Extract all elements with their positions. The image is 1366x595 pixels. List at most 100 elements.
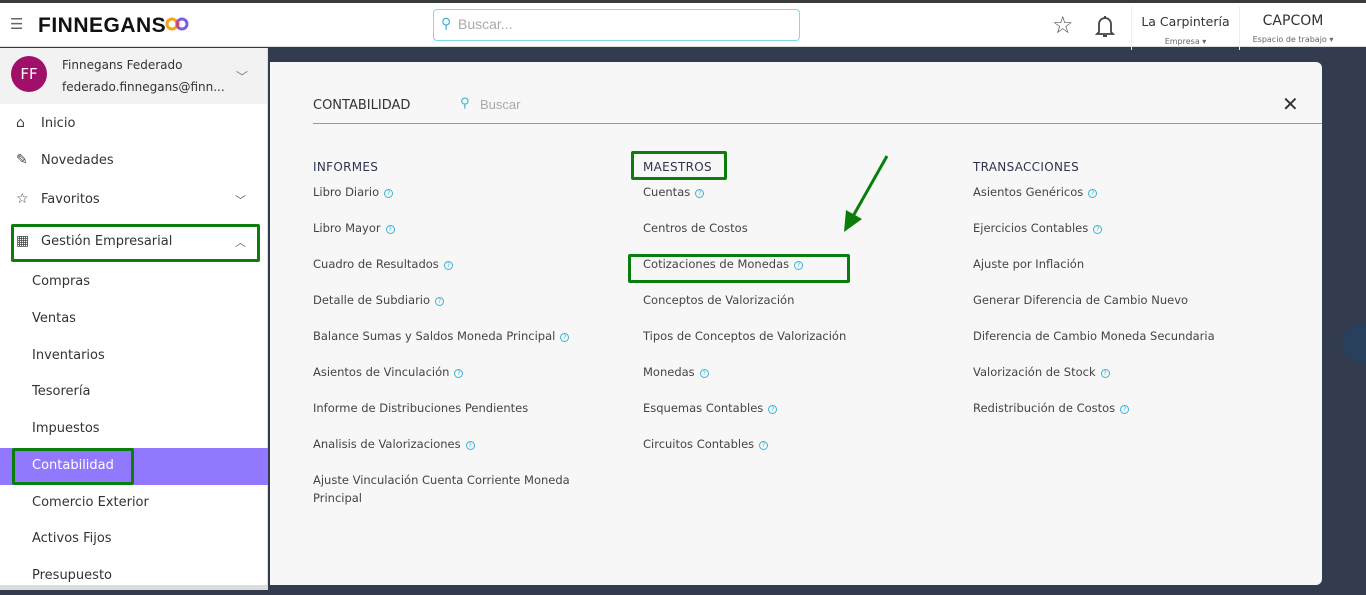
menu-item[interactable]: Cuadro de Resultados? (313, 256, 613, 292)
column-transacciones: TRANSACCIONES Asientos Genéricos? Ejercici… (973, 160, 1273, 436)
menu-item-label: Generar Diferencia de Cambio Nuevo (973, 293, 1189, 307)
help-icon[interactable]: ? (443, 261, 453, 270)
sidebar-item-label: Novedades (41, 153, 114, 168)
menu-item[interactable]: Monedas? (643, 364, 943, 400)
help-icon[interactable]: ? (435, 297, 445, 306)
sidebar-subitem-tesoreria[interactable]: Tesorería (0, 374, 268, 411)
chevron-down-icon[interactable]: ﹀ (236, 68, 248, 85)
menu-item[interactable]: Analisis de Valorizaciones? (313, 436, 613, 472)
sidebar-item-favoritos[interactable]: ☆ Favoritos ﹀ (0, 182, 268, 218)
sidebar-item-gestion-empresarial[interactable]: ▦ Gestión Empresarial ︿ (0, 224, 268, 260)
company-selector[interactable]: La Carpintería Empresa ▾ (1131, 6, 1239, 50)
sidebar: FF Finnegans Federado federado.finnegans… (0, 48, 268, 590)
top-bar: ☰ FINNEGANS ⚲ ☆ La Carpintería Empresa ▾… (0, 3, 1366, 50)
help-icon[interactable]: ? (465, 441, 475, 450)
home-icon: ⌂ (16, 115, 25, 131)
menu-item-label: Diferencia de Cambio Moneda Secundaria (973, 329, 1215, 343)
company-name: La Carpintería (1141, 14, 1230, 29)
sidebar-subitem-label: Comercio Exterior (32, 495, 149, 510)
menu-item[interactable]: Circuitos Contables? (643, 436, 943, 472)
menu-item[interactable]: Libro Diario? (313, 184, 613, 220)
sidebar-subitem-label: Inventarios (32, 348, 105, 363)
sidebar-subitem-label: Impuestos (32, 421, 100, 436)
brand-logo[interactable]: FINNEGANS (38, 14, 166, 38)
sidebar-subitem-contabilidad[interactable]: Contabilidad (0, 448, 268, 485)
favorites-star-icon[interactable]: ☆ (1052, 11, 1074, 39)
horizontal-scrollbar[interactable] (0, 585, 268, 590)
help-icon[interactable]: ? (1120, 405, 1130, 414)
menu-item-label: Circuitos Contables (643, 437, 755, 451)
help-icon[interactable]: ? (768, 405, 778, 414)
menu-item[interactable]: Balance Sumas y Saldos Moneda Principal? (313, 328, 613, 364)
sidebar-subitem-inventarios[interactable]: Inventarios (0, 338, 268, 375)
sidebar-subitem-impuestos[interactable]: Impuestos (0, 411, 268, 448)
menu-item[interactable]: Redistribución de Costos? (973, 400, 1273, 436)
notifications-bell-icon[interactable] (1094, 13, 1116, 39)
workspace-selector[interactable]: CAPCOM Espacio de trabajo ▾ (1239, 6, 1346, 50)
sidebar-subitem-comercio-exterior[interactable]: Comercio Exterior (0, 485, 268, 522)
close-icon[interactable]: ✕ (1282, 92, 1299, 116)
sidebar-item-label: Gestión Empresarial (41, 234, 173, 249)
user-profile[interactable]: FF Finnegans Federado federado.finnegans… (0, 48, 267, 104)
menu-item[interactable]: Ajuste Vinculación Cuenta Corriente Mone… (313, 472, 583, 508)
menu-item-label: Monedas (643, 365, 695, 379)
menu-item-label: Libro Diario (313, 185, 380, 199)
menu-item-label: Cuentas (643, 185, 691, 199)
sidebar-subitem-label: Contabilidad (32, 458, 114, 473)
menu-item-label: Detalle de Subdiario (313, 293, 431, 307)
sidebar-item-novedades[interactable]: ✎ Novedades (0, 143, 268, 179)
menu-item-label: Ajuste Vinculación Cuenta Corriente Mone… (313, 473, 570, 505)
help-icon[interactable]: ? (794, 261, 804, 270)
workspace-label: Espacio de trabajo ▾ (1252, 35, 1334, 44)
menu-item[interactable]: Valorización de Stock? (973, 364, 1273, 400)
module-menu-panel: CONTABILIDAD ⚲ ✕ INFORMESLibro Diario?Li… (270, 62, 1322, 585)
menu-item-label: Cuadro de Resultados (313, 257, 439, 271)
global-search[interactable]: ⚲ (433, 9, 800, 41)
panel-search-input[interactable] (480, 97, 780, 112)
sidebar-subitem-ventas[interactable]: Ventas (0, 301, 268, 338)
column-informes: INFORMES Libro Diario? Libro Mayor? Cuadro … (313, 160, 613, 508)
search-icon: ⚲ (460, 96, 470, 111)
menu-item-label: Esquemas Contables (643, 401, 764, 415)
sidebar-item-inicio[interactable]: ⌂ Inicio (0, 106, 268, 142)
menu-item[interactable]: Tipos de Conceptos de Valorización (643, 328, 943, 364)
annotation-arrow-icon (844, 155, 889, 232)
menu-item[interactable]: Ejercicios Contables? (973, 220, 1273, 256)
menu-item[interactable]: Detalle de Subdiario? (313, 292, 613, 328)
sidebar-subitem-label: Ventas (32, 311, 76, 326)
sidebar-subitem-compras[interactable]: Compras (0, 264, 268, 301)
menu-item[interactable]: Informe de Distribuciones Pendientes (313, 400, 613, 436)
help-icon[interactable]: ? (759, 441, 769, 450)
help-icon[interactable]: ? (1100, 369, 1110, 378)
menu-item[interactable]: Libro Mayor? (313, 220, 613, 256)
help-icon[interactable]: ? (695, 189, 705, 198)
menu-item[interactable]: Asientos de Vinculación? (313, 364, 613, 400)
menu-item-label: Conceptos de Valorización (643, 293, 795, 307)
help-icon[interactable]: ? (384, 189, 394, 198)
search-input[interactable] (458, 16, 778, 32)
sidebar-subitem-label: Activos Fijos (32, 531, 112, 546)
menu-item[interactable]: Conceptos de Valorización (643, 292, 943, 328)
menu-item[interactable]: Cotizaciones de Monedas? (643, 256, 943, 292)
help-icon[interactable]: ? (1088, 189, 1098, 198)
building-icon: ▦ (16, 233, 30, 249)
sidebar-subitem-label: Presupuesto (32, 568, 112, 583)
sidebar-subitem-activos-fijos[interactable]: Activos Fijos (0, 521, 268, 558)
help-icon[interactable]: ? (1093, 225, 1103, 234)
column-heading: TRANSACCIONES (973, 160, 1080, 174)
floating-help-button[interactable] (1342, 323, 1366, 363)
help-icon[interactable]: ? (385, 225, 395, 234)
menu-item[interactable]: Asientos Genéricos? (973, 184, 1273, 220)
hamburger-menu-icon[interactable]: ☰ (10, 15, 23, 33)
menu-item[interactable]: Diferencia de Cambio Moneda Secundaria (973, 328, 1273, 364)
menu-item[interactable]: Generar Diferencia de Cambio Nuevo (973, 292, 1273, 328)
menu-item[interactable]: Esquemas Contables? (643, 400, 943, 436)
menu-item[interactable]: Ajuste por Inflación (973, 256, 1273, 292)
help-icon[interactable]: ? (699, 369, 709, 378)
menu-item-label: Analisis de Valorizaciones (313, 437, 461, 451)
menu-item-label: Valorización de Stock (973, 365, 1096, 379)
help-icon[interactable]: ? (560, 333, 570, 342)
menu-item-label: Balance Sumas y Saldos Moneda Principal (313, 329, 556, 343)
help-icon[interactable]: ? (454, 369, 464, 378)
menu-item-label: Ejercicios Contables (973, 221, 1089, 235)
